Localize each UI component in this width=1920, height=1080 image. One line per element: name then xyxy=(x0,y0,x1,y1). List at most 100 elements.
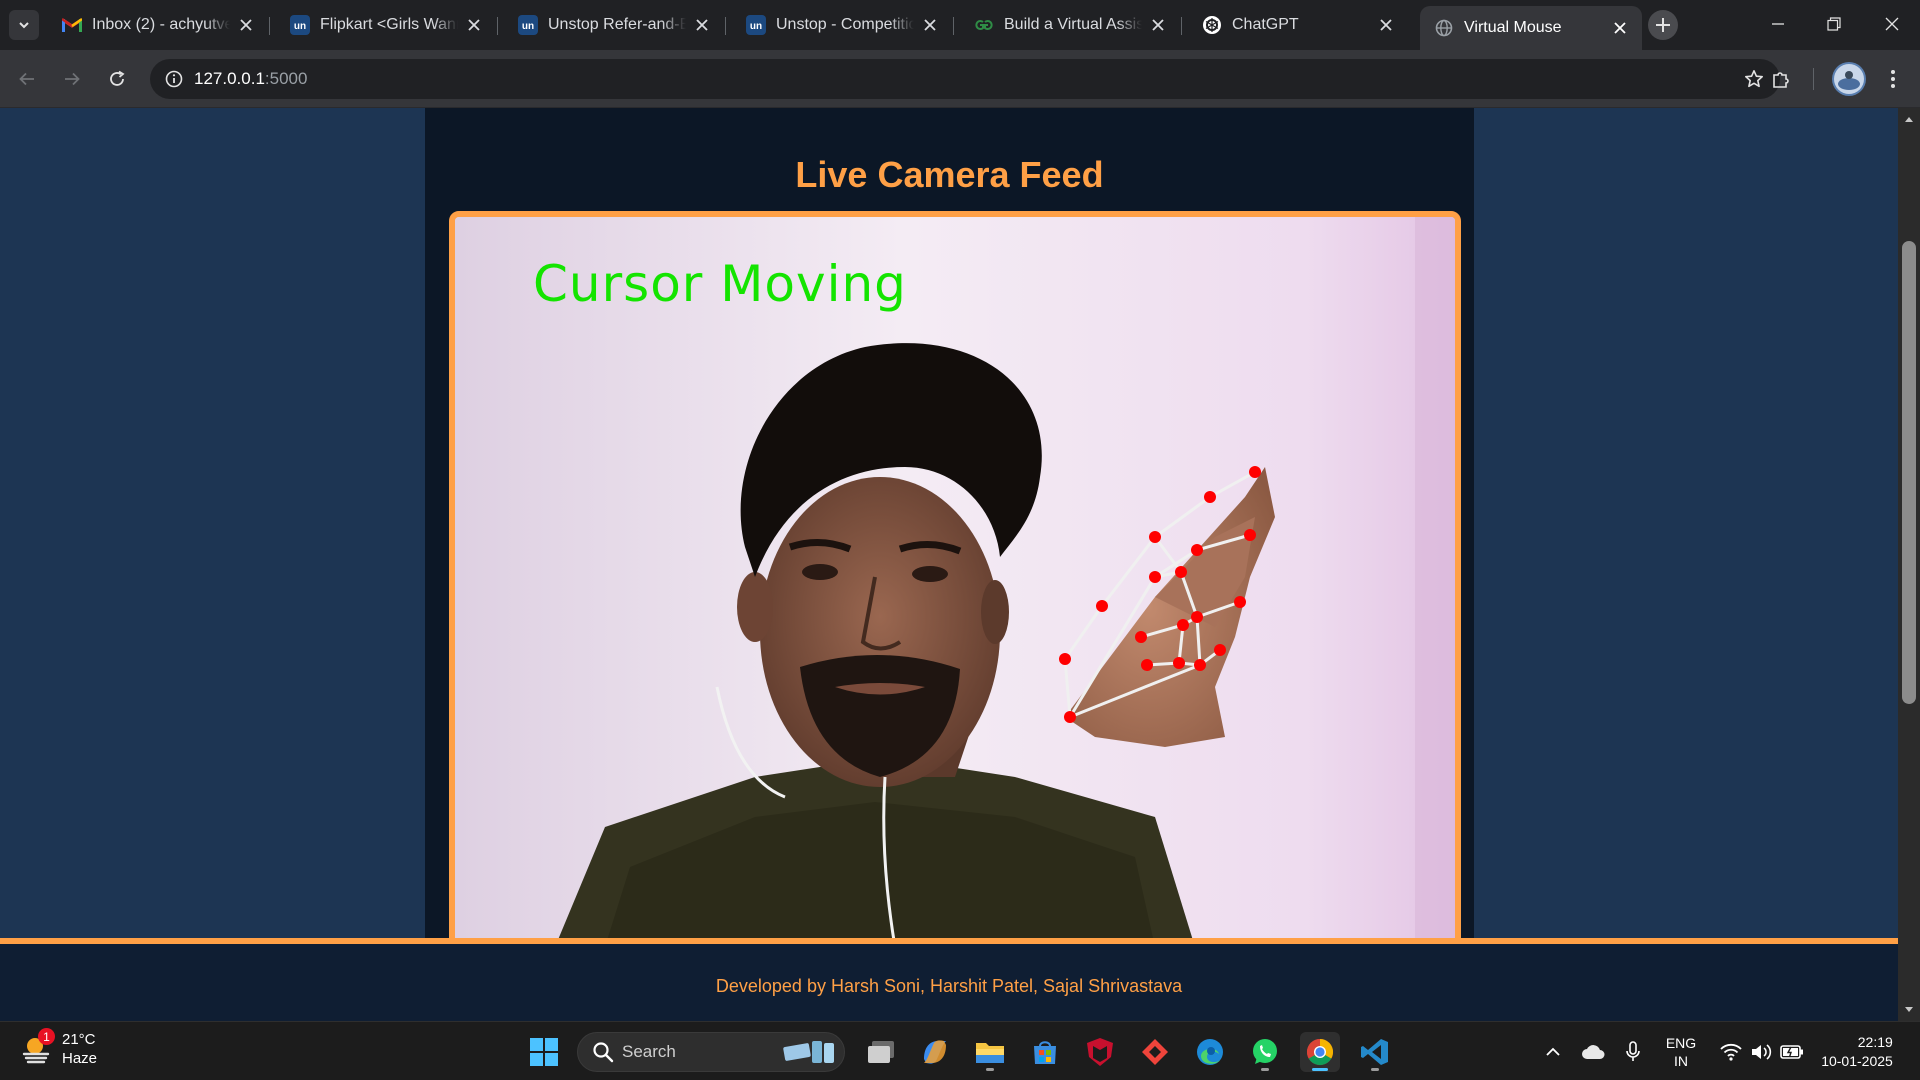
unstop-icon: un xyxy=(746,15,766,35)
gesture-status-text: Cursor Moving xyxy=(533,255,907,313)
toolbar-divider xyxy=(1813,68,1814,90)
tab-flipkart[interactable]: un Flipkart <Girls Wanna xyxy=(276,8,496,42)
chevron-up-icon xyxy=(1546,1047,1560,1056)
extensions-button[interactable] xyxy=(1765,63,1797,95)
whatsapp-button[interactable] xyxy=(1245,1032,1285,1072)
windows-logo-icon xyxy=(530,1038,558,1066)
chrome-button[interactable] xyxy=(1300,1032,1340,1072)
edge-icon xyxy=(1197,1039,1223,1065)
tab-build-virtual-assistant[interactable]: Build a Virtual Assista xyxy=(960,8,1180,42)
site-info-icon[interactable] xyxy=(154,59,194,99)
chevron-down-icon xyxy=(19,22,29,29)
tab-search-button[interactable] xyxy=(9,10,39,40)
running-indicator xyxy=(986,1068,994,1071)
edge-button[interactable] xyxy=(1190,1032,1230,1072)
tab-title: Flipkart <Girls Wanna xyxy=(320,16,458,33)
start-button[interactable] xyxy=(524,1032,564,1072)
tab-title: Build a Virtual Assista xyxy=(1004,16,1142,33)
tab-unstop-competitions[interactable]: un Unstop - Competitio xyxy=(732,8,952,42)
gmail-icon xyxy=(62,15,82,35)
camera-feed: Cursor Moving xyxy=(449,211,1461,951)
tab-unstop-refer[interactable]: un Unstop Refer-and-Ea xyxy=(504,8,724,42)
close-icon[interactable] xyxy=(464,15,484,35)
url-port: :5000 xyxy=(264,69,308,88)
tab-divider xyxy=(1181,17,1182,35)
language-indicator[interactable]: ENG IN xyxy=(1658,1032,1704,1072)
haze-icon: 1 xyxy=(20,1028,55,1066)
tab-virtual-mouse[interactable]: Virtual Mouse xyxy=(1420,6,1642,50)
close-icon[interactable] xyxy=(236,15,256,35)
close-icon[interactable] xyxy=(1148,15,1168,35)
feed-title: Live Camera Feed xyxy=(795,154,1104,195)
onedrive-button[interactable] xyxy=(1578,1032,1608,1072)
close-icon[interactable] xyxy=(1376,15,1396,35)
camera-panel: Live Camera Feed Cursor Moving xyxy=(425,108,1474,951)
avatar-icon xyxy=(1832,62,1866,96)
scroll-up-arrow[interactable] xyxy=(1898,110,1920,128)
notification-badge: 1 xyxy=(38,1028,55,1045)
globe-icon xyxy=(1434,18,1454,38)
weather-desc: Haze xyxy=(62,1050,98,1067)
vscode-icon xyxy=(1361,1039,1388,1065)
running-indicator xyxy=(1371,1068,1379,1071)
clock-time: 22:19 xyxy=(1857,1034,1893,1050)
tab-divider xyxy=(497,17,498,35)
microsoft-store-button[interactable] xyxy=(1025,1032,1065,1072)
kebab-menu-icon xyxy=(1891,70,1895,88)
forward-button[interactable] xyxy=(56,63,88,95)
puzzle-icon xyxy=(1773,72,1789,88)
search-label: Search xyxy=(622,1042,676,1061)
copilot-button[interactable] xyxy=(915,1032,955,1072)
bookmark-star-icon[interactable] xyxy=(1744,69,1764,94)
tab-title: Unstop Refer-and-Ea xyxy=(548,16,686,33)
active-indicator xyxy=(1312,1068,1328,1071)
back-button[interactable] xyxy=(11,63,43,95)
url-text: 127.0.0.1:5000 xyxy=(194,69,307,89)
battery-icon xyxy=(1780,1045,1803,1059)
caret-down-icon xyxy=(1905,1007,1913,1012)
task-view-icon xyxy=(868,1041,894,1063)
region-code: IN xyxy=(1674,1053,1688,1069)
clock-button[interactable]: 22:19 10-01-2025 xyxy=(1812,1032,1902,1072)
chrome-icon xyxy=(1306,1038,1334,1066)
restore-button[interactable] xyxy=(1806,0,1862,48)
arrow-left-icon xyxy=(19,72,34,86)
show-hidden-icons-button[interactable] xyxy=(1540,1032,1566,1072)
new-tab-button[interactable] xyxy=(1648,10,1678,40)
tab-divider xyxy=(269,17,270,35)
close-icon[interactable] xyxy=(692,15,712,35)
windows-taskbar: 1 21°C Haze Search ENG IN 22:19 10-01-20… xyxy=(0,1021,1920,1080)
vscode-button[interactable] xyxy=(1355,1032,1395,1072)
taskbar-search[interactable]: Search xyxy=(577,1032,845,1072)
tab-chatgpt[interactable]: ChatGPT xyxy=(1188,8,1408,42)
tab-divider xyxy=(953,17,954,35)
scrollbar-thumb[interactable] xyxy=(1902,241,1916,704)
microphone-button[interactable] xyxy=(1620,1032,1646,1072)
minimize-button[interactable] xyxy=(1750,0,1806,48)
address-bar[interactable]: 127.0.0.1:5000 xyxy=(150,59,1780,99)
reload-icon xyxy=(110,70,125,86)
close-window-button[interactable] xyxy=(1864,0,1920,48)
task-view-button[interactable] xyxy=(861,1032,901,1072)
quick-settings-button[interactable] xyxy=(1714,1032,1810,1072)
weather-temp: 21°C xyxy=(62,1031,96,1048)
tab-inbox[interactable]: Inbox (2) - achyutvee xyxy=(48,8,268,42)
running-indicator xyxy=(1261,1068,1269,1071)
file-explorer-button[interactable] xyxy=(970,1032,1010,1072)
weather-widget[interactable]: 1 21°C Haze xyxy=(20,1028,98,1068)
geeksforgeeks-icon xyxy=(974,15,994,35)
profile-avatar[interactable] xyxy=(1829,59,1869,99)
plus-icon xyxy=(1656,18,1670,32)
close-icon[interactable] xyxy=(1610,18,1630,38)
tab-title: ChatGPT xyxy=(1232,16,1299,33)
mcafee-button[interactable] xyxy=(1080,1032,1120,1072)
vertical-scrollbar[interactable] xyxy=(1898,108,1920,1021)
chrome-menu-button[interactable] xyxy=(1877,63,1909,95)
tab-divider xyxy=(725,17,726,35)
close-icon[interactable] xyxy=(920,15,940,35)
scroll-down-arrow[interactable] xyxy=(1898,1001,1920,1019)
tab-title: Unstop - Competitio xyxy=(776,16,914,33)
anydesk-button[interactable] xyxy=(1135,1032,1175,1072)
reload-button[interactable] xyxy=(101,63,133,95)
tab-title: Inbox (2) - achyutvee xyxy=(92,16,230,33)
